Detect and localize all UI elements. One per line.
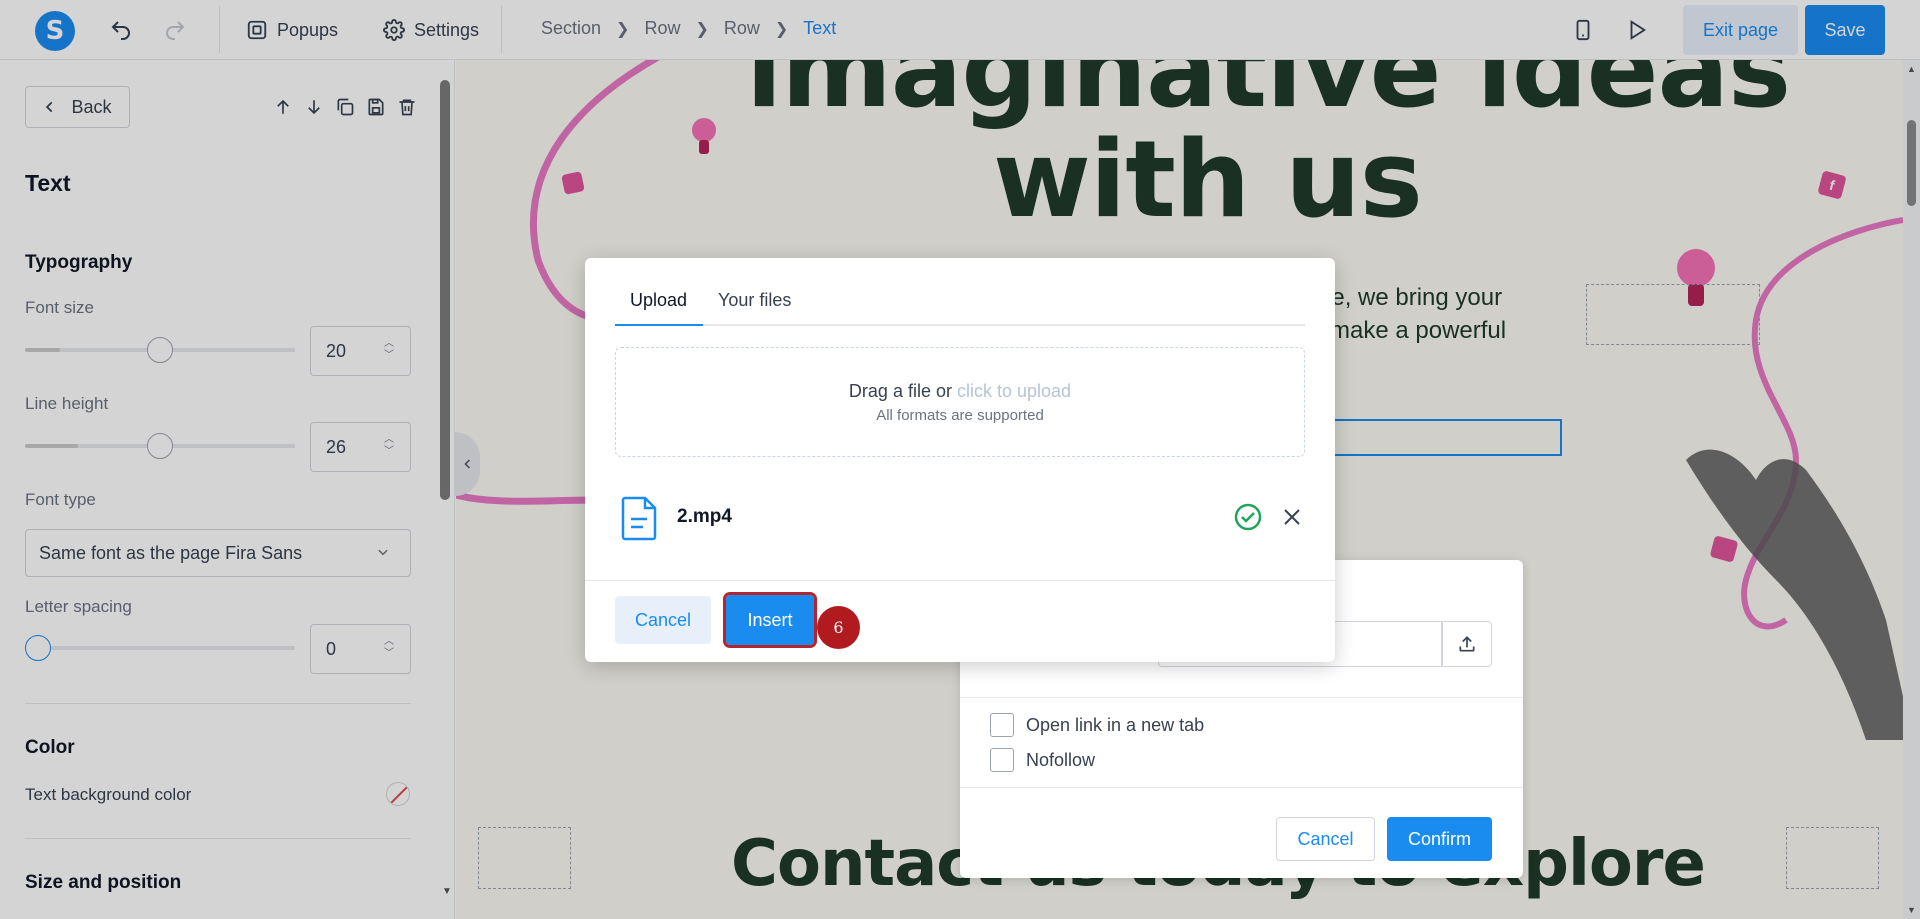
confirm-button[interactable]: Confirm [1387,817,1492,861]
drag-file-text: Drag a file or [848,381,952,401]
dialog-divider [960,697,1523,698]
file-name: 2.mp4 [677,506,732,527]
open-new-tab-option[interactable]: Open link in a new tab [990,713,1204,737]
file-document-icon [621,496,657,541]
click-to-upload-link[interactable]: click to upload [957,381,1071,401]
formats-hint: All formats are supported [876,407,1044,424]
open-new-tab-checkbox[interactable] [990,713,1014,737]
nofollow-label: Nofollow [1026,749,1096,770]
uploaded-file-row: 2.mp4 [615,491,1305,543]
cancel-button[interactable]: Cancel [615,596,711,644]
upload-button[interactable] [1442,621,1492,667]
tab-upload[interactable]: Upload [630,290,687,311]
upload-modal: Upload Your files Drag a file or click t… [585,258,1335,662]
dropzone-text: Drag a file or click to upload [616,381,1304,402]
tab-your-files[interactable]: Your files [718,290,791,311]
active-tab-indicator [615,324,703,326]
step-number-badge: 6 [817,606,860,649]
check-circle-icon [1234,503,1262,531]
modal-divider [585,580,1335,581]
nofollow-checkbox[interactable] [990,748,1014,772]
open-new-tab-label: Open link in a new tab [1026,714,1205,735]
dialog-divider [960,787,1523,788]
cancel-button[interactable]: Cancel [1276,817,1375,861]
upload-icon [1459,636,1475,652]
close-icon[interactable] [1280,505,1304,529]
nofollow-option[interactable]: Nofollow [990,748,1095,772]
file-dropzone[interactable]: Drag a file or click to upload All forma… [615,347,1305,457]
insert-button[interactable]: Insert [723,592,817,648]
upload-tabs: Upload Your files [615,280,1305,326]
